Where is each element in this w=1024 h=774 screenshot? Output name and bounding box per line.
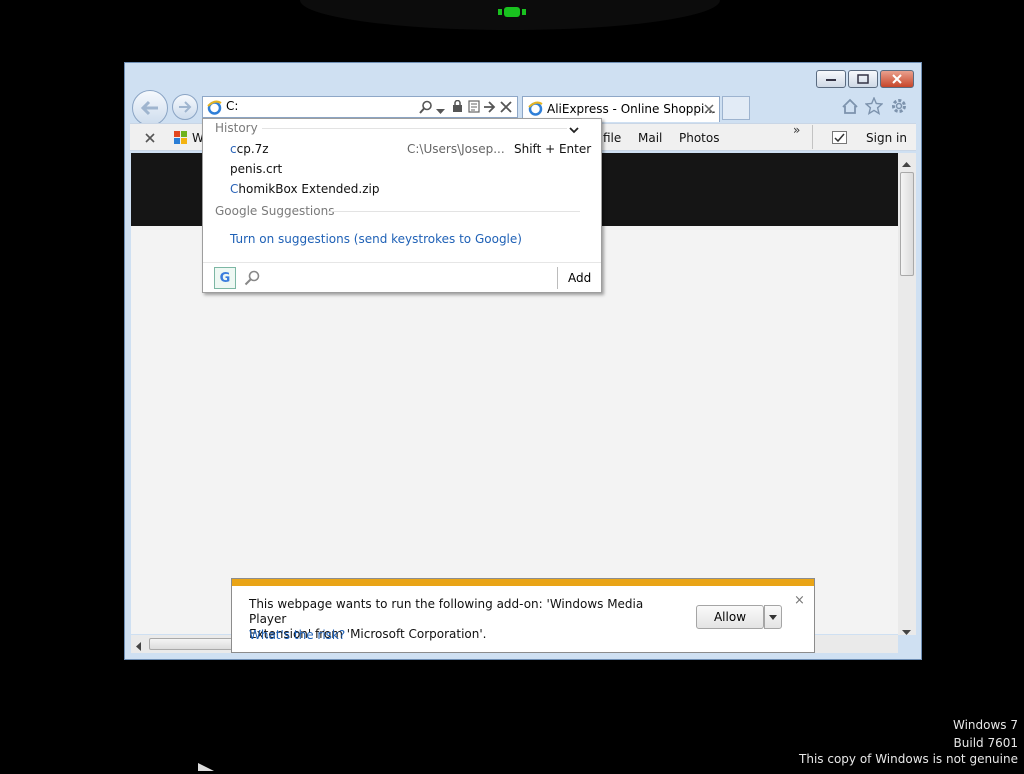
watermark-genuine-notice: This copy of Windows is not genuine — [799, 752, 1018, 766]
toolbar-close-icon[interactable] — [145, 132, 155, 146]
whats-the-risk-link[interactable]: What's the risk? — [249, 628, 345, 642]
address-input[interactable]: C: — [226, 99, 238, 113]
compatibility-view-icon[interactable] — [468, 100, 480, 116]
minimize-icon — [826, 79, 836, 81]
minimize-button[interactable] — [816, 70, 846, 88]
notification-accent-bar — [232, 579, 814, 586]
watermark-build: Build 7601 — [953, 736, 1018, 750]
close-window-button[interactable] — [880, 70, 914, 88]
history-item-text: cp.7z — [236, 142, 269, 156]
forward-button[interactable] — [172, 94, 198, 120]
toolbar-link-mail[interactable]: Mail — [638, 131, 662, 145]
ie-page-icon — [207, 100, 222, 118]
notification-close-button[interactable]: × — [794, 593, 805, 608]
tab-favicon-icon — [528, 101, 543, 119]
address-dropdown-icon[interactable] — [436, 104, 445, 118]
toolbar-divider — [812, 125, 813, 149]
horizontal-scroll-thumb[interactable] — [149, 638, 239, 650]
turn-on-suggestions-link[interactable]: Turn on suggestions (send keystrokes to … — [230, 232, 522, 246]
toolbar-link-profile[interactable]: file — [603, 131, 621, 145]
toolbar-overflow-chevron[interactable]: » — [793, 123, 800, 137]
scroll-down-arrow-icon[interactable] — [902, 625, 911, 639]
history-divider — [262, 128, 567, 129]
go-arrow-icon[interactable] — [483, 101, 496, 116]
toolbar-link-photos[interactable]: Photos — [679, 131, 719, 145]
gear-icon[interactable] — [890, 97, 908, 118]
stop-icon[interactable] — [500, 101, 512, 116]
notification-message-line: This webpage wants to run the following … — [249, 597, 644, 626]
back-arrow-icon — [140, 100, 158, 116]
history-item[interactable]: ChomikBox Extended.zip — [230, 182, 380, 196]
favorites-star-icon[interactable] — [864, 96, 884, 118]
forward-arrow-icon — [179, 101, 192, 113]
restore-icon — [857, 74, 869, 84]
power-led-icon — [498, 6, 526, 17]
back-button[interactable] — [132, 90, 168, 126]
history-item-path: C:\Users\Josep... — [407, 142, 505, 156]
restore-button[interactable] — [848, 70, 878, 88]
search-icon[interactable] — [419, 100, 433, 117]
search-provider-icon[interactable] — [244, 270, 260, 289]
chevron-down-icon — [769, 614, 777, 620]
scroll-up-arrow-icon[interactable] — [902, 157, 911, 171]
history-item[interactable]: ccp.7z — [230, 142, 269, 156]
vertical-scroll-thumb[interactable] — [900, 172, 914, 276]
history-item[interactable]: penis.crt — [230, 162, 282, 176]
google-provider-letter: G — [219, 270, 231, 286]
new-tab-button[interactable] — [722, 96, 750, 120]
tab-label: AliExpress - Online Shoppi... — [547, 102, 716, 116]
scroll-left-arrow-icon[interactable] — [136, 640, 142, 654]
sign-in-link[interactable]: Sign in — [866, 131, 907, 145]
lock-icon[interactable] — [452, 99, 463, 116]
history-heading: History — [215, 121, 258, 135]
history-item-shortcut: Shift + Enter — [514, 142, 592, 156]
close-icon — [892, 74, 902, 84]
cursor-icon — [198, 760, 216, 774]
chevron-down-icon[interactable] — [569, 123, 579, 137]
suggestions-heading: Google Suggestions — [215, 204, 335, 218]
allow-button[interactable]: Allow — [696, 605, 764, 629]
suggestions-divider — [327, 211, 580, 212]
dropdown-footer-divider — [203, 262, 601, 263]
windows-logo-icon — [173, 130, 188, 148]
home-icon[interactable] — [841, 98, 859, 118]
history-item-match: c — [230, 142, 237, 156]
history-item-text: homikBox Extended.zip — [238, 182, 380, 196]
history-item-text: penis.crt — [230, 162, 283, 176]
add-provider-button[interactable]: Add — [568, 271, 591, 285]
google-provider-icon[interactable]: G — [214, 267, 236, 289]
checkmark-icon[interactable] — [832, 131, 847, 147]
add-divider — [557, 267, 558, 289]
watermark-os-name: Windows 7 — [952, 718, 1018, 732]
tab-close-icon[interactable] — [704, 103, 714, 117]
allow-options-button[interactable] — [764, 605, 782, 629]
